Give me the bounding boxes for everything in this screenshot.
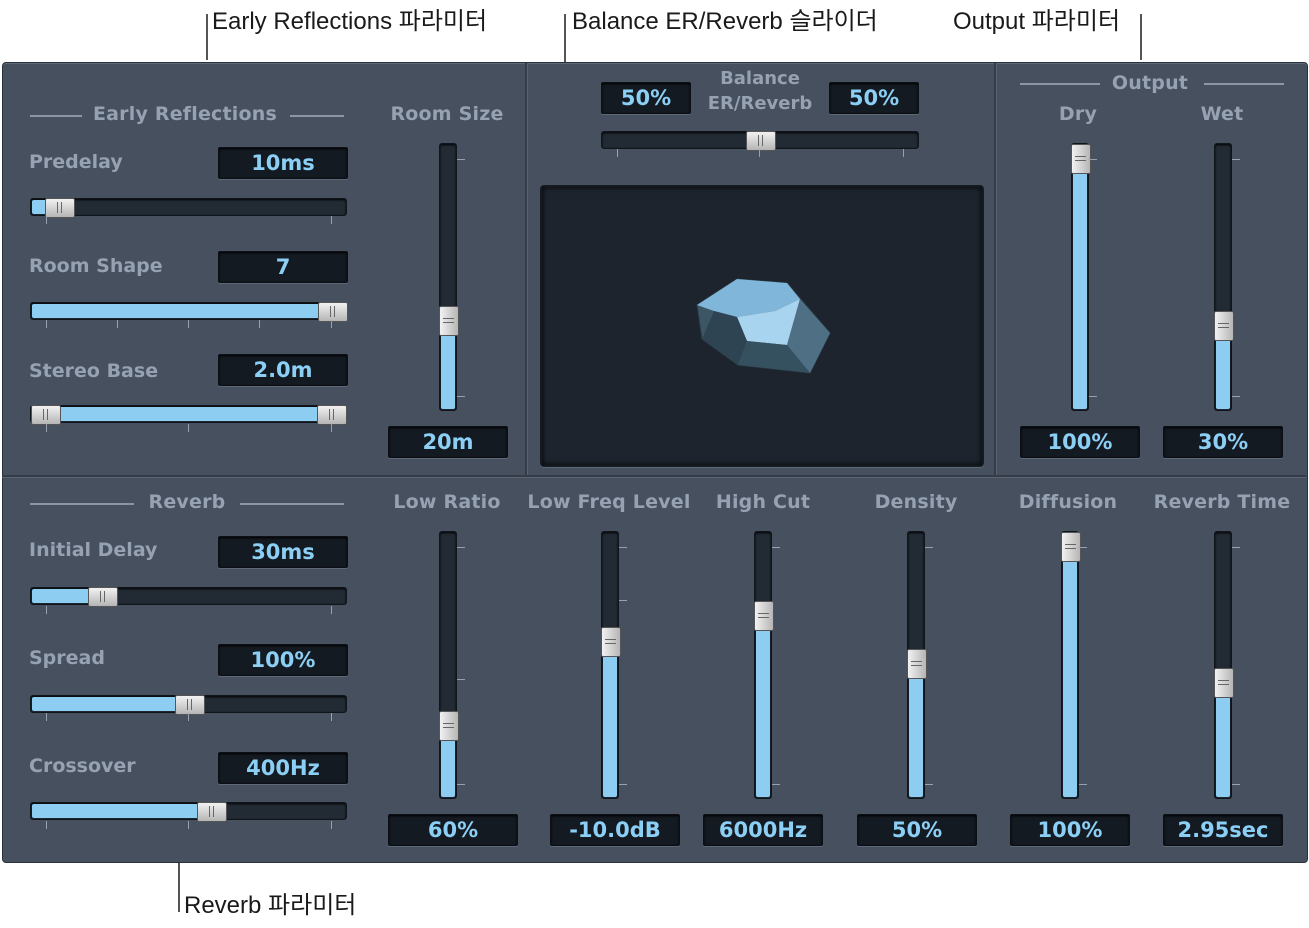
room-shape-label: Room Shape [29,255,163,277]
room-size-label: Room Size [390,103,504,125]
diffusion-slider-fill [1063,535,1077,797]
diffusion-label: Diffusion [1018,491,1118,513]
low-freq-level-slider[interactable] [601,531,621,799]
wet-slider[interactable] [1214,143,1234,411]
reverb-title: Reverb [148,491,226,513]
balance-reverb-value[interactable]: 50% [829,82,919,114]
reverb-time-slider[interactable] [1214,531,1234,799]
room-shape-slider-fill [32,304,323,318]
stereo-base-label: Stereo Base [29,360,159,382]
spread-slider-fill [32,697,180,711]
spread-slider[interactable] [30,695,347,715]
high-cut-slider[interactable] [754,531,774,799]
high-cut-value[interactable]: 6000Hz [703,814,823,846]
balance-slider-thumb[interactable] [746,131,776,151]
balance-label-line2: ER/Reverb [707,93,813,114]
low-ratio-label: Low Ratio [393,491,501,513]
crossover-slider-thumb[interactable] [197,802,227,822]
room-size-value[interactable]: 20m [388,426,508,458]
dry-slider-thumb[interactable] [1071,144,1091,174]
balance-er-value[interactable]: 50% [601,82,691,114]
wet-slider-thumb[interactable] [1214,311,1234,341]
spread-label: Spread [29,647,105,669]
stereo-base-slider[interactable] [30,405,347,425]
diffusion-slider[interactable] [1061,531,1081,799]
low-ratio-slider-thumb[interactable] [439,711,459,741]
section-divider [525,63,528,475]
output-title: Output [1111,72,1189,94]
density-value[interactable]: 50% [857,814,977,846]
wet-label: Wet [1200,103,1244,125]
dry-slider-fill [1073,147,1087,409]
room-shape-slider[interactable] [30,302,348,322]
callout-balance: Balance ER/Reverb 슬라이더 [572,8,878,35]
crossover-slider-fill [32,804,202,818]
low-ratio-slider[interactable] [439,531,459,799]
room-shape-graphic [696,278,831,374]
section-divider [2,475,1306,478]
predelay-slider-thumb[interactable] [45,198,75,218]
dry-slider[interactable] [1071,143,1091,411]
dry-label: Dry [1058,103,1098,125]
room-size-slider-thumb[interactable] [439,306,459,336]
reverb-time-value[interactable]: 2.95sec [1163,814,1283,846]
initial-delay-slider-fill [32,589,93,603]
density-label: Density [874,491,958,513]
reverb-time-label: Reverb Time [1153,491,1291,513]
callout-reverb: Reverb 파라미터 [184,892,357,919]
density-slider[interactable] [907,531,927,799]
low-ratio-value[interactable]: 60% [388,814,518,846]
callout-output: Output 파라미터 [953,8,1121,35]
reverb-time-slider-thumb[interactable] [1214,668,1234,698]
low-freq-level-label: Low Freq Level [527,491,691,513]
crossover-value[interactable]: 400Hz [218,752,348,784]
predelay-slider[interactable] [30,198,347,218]
stereo-base-min-thumb[interactable] [31,405,61,425]
balance-label-line1: Balance [720,68,800,89]
predelay-value[interactable]: 10ms [218,147,348,179]
predelay-label: Predelay [29,151,123,173]
initial-delay-value[interactable]: 30ms [218,536,348,568]
diffusion-slider-thumb[interactable] [1061,532,1081,562]
room-shape-value[interactable]: 7 [218,251,348,283]
high-cut-slider-thumb[interactable] [754,601,774,631]
density-slider-thumb[interactable] [907,649,927,679]
balance-er-reverb-slider[interactable] [601,131,919,151]
initial-delay-slider-thumb[interactable] [88,587,118,607]
stereo-base-value[interactable]: 2.0m [218,354,348,386]
initial-delay-label: Initial Delay [29,539,158,561]
crossover-slider[interactable] [30,802,347,822]
room-size-slider[interactable] [439,143,459,411]
spread-slider-thumb[interactable] [175,695,205,715]
early-reflections-title: Early Reflections [92,103,277,125]
diffusion-value[interactable]: 100% [1010,814,1130,846]
callout-early-reflections: Early Reflections 파라미터 [212,8,488,35]
initial-delay-slider[interactable] [30,587,347,607]
section-divider [994,63,997,475]
low-freq-level-value[interactable]: -10.0dB [550,814,680,846]
dry-value[interactable]: 100% [1020,426,1140,458]
room-shape-slider-thumb[interactable] [318,302,348,322]
spread-value[interactable]: 100% [218,644,348,676]
low-freq-level-slider-thumb[interactable] [601,627,621,657]
crossover-label: Crossover [29,755,136,777]
room-shape-display [540,185,984,467]
stereo-base-slider-fill [47,407,331,421]
high-cut-label: High Cut [715,491,811,513]
wet-value[interactable]: 30% [1163,426,1283,458]
high-cut-slider-fill [756,604,770,797]
stereo-base-max-thumb[interactable] [317,405,347,425]
